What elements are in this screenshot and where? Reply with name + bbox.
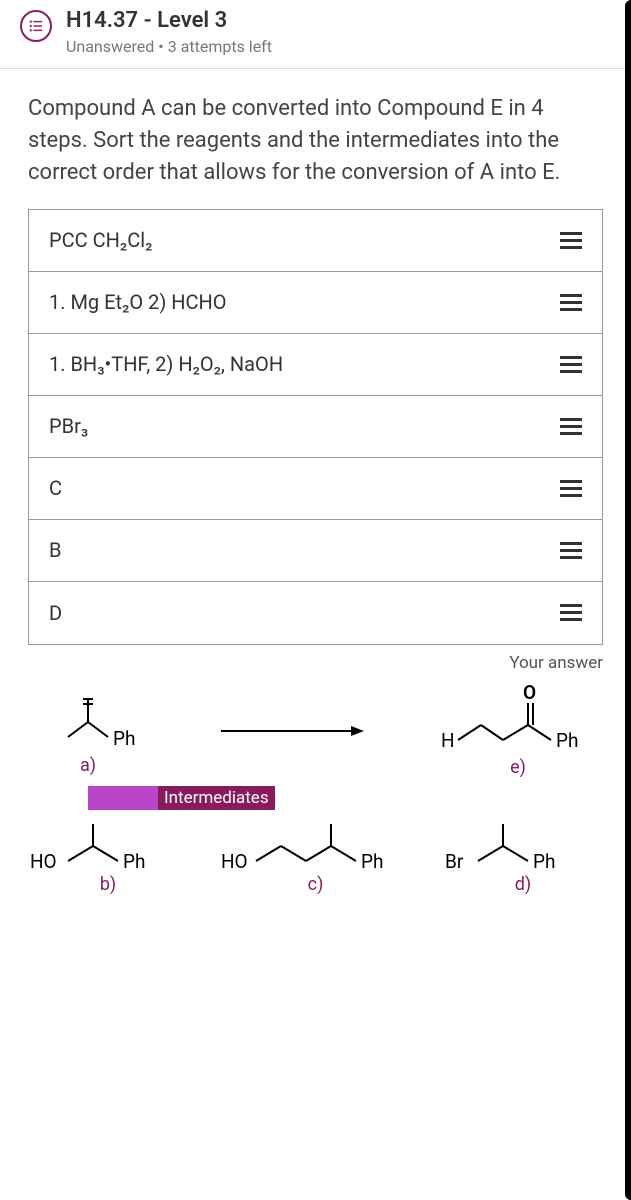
svg-text:H: H [441, 729, 455, 752]
svg-text:Ph: Ph [556, 729, 578, 752]
structure-e: O H Ph e) [433, 685, 603, 778]
svg-text:Ph: Ph [123, 850, 145, 873]
svg-text:O: O [523, 685, 536, 704]
your-answer-label: Your answer [0, 645, 631, 673]
item-label: C [49, 476, 560, 500]
list-item[interactable]: PBr₃ [29, 396, 602, 458]
list-item[interactable]: 1. Mg Et₂O 2) HCHO [29, 272, 602, 334]
item-label: 1. BH₃•THF, 2) H₂O₂, NaOH [49, 352, 560, 376]
list-item[interactable]: C [29, 458, 602, 520]
structure-b: HO Ph b) [28, 816, 188, 895]
svg-text:Ph: Ph [361, 850, 383, 873]
item-label: PBr₃ [49, 414, 560, 438]
list-item[interactable]: B [29, 520, 602, 582]
drag-handle-icon[interactable] [560, 356, 582, 373]
svg-text:Ph: Ph [113, 727, 135, 750]
list-item[interactable]: 1. BH₃•THF, 2) H₂O₂, NaOH [29, 334, 602, 396]
drag-handle-icon[interactable] [560, 480, 582, 497]
svg-text:Ph: Ph [533, 850, 555, 873]
drag-handle-icon[interactable] [560, 418, 582, 435]
diagram: Ph a) O [0, 673, 631, 915]
drag-handle-icon[interactable] [560, 294, 582, 311]
svg-text:HO: HO [30, 850, 57, 873]
svg-text:Br: Br [445, 850, 464, 873]
structure-c: HO Ph c) [221, 816, 411, 895]
item-label: 1. Mg Et₂O 2) HCHO [49, 290, 560, 314]
drag-handle-icon[interactable] [560, 604, 582, 621]
drag-handle-icon[interactable] [560, 232, 582, 249]
question-text: Compound A can be converted into Compoun… [0, 69, 631, 209]
item-label: B [49, 538, 560, 562]
list-item[interactable]: PCC CH₂Cl₂ [29, 210, 602, 272]
item-label: D [49, 601, 560, 625]
svg-text:HO: HO [221, 850, 248, 873]
sortable-list[interactable]: PCC CH₂Cl₂ 1. Mg Et₂O 2) HCHO 1. BH₃•THF… [28, 209, 603, 645]
list-item[interactable]: D [29, 582, 602, 644]
structure-d: Br Ph d) [443, 816, 603, 895]
item-label: PCC CH₂Cl₂ [49, 228, 560, 252]
structure-a: Ph a) [28, 687, 148, 776]
reaction-arrow-icon [216, 716, 366, 746]
question-subtitle: Unanswered•3 attempts left [66, 37, 611, 56]
drag-handle-icon[interactable] [560, 542, 582, 559]
intermediates-label: Intermediates [88, 786, 603, 810]
question-title: H14.37 - Level 3 [66, 8, 611, 33]
list-icon [20, 10, 52, 42]
right-border [625, 0, 631, 1200]
